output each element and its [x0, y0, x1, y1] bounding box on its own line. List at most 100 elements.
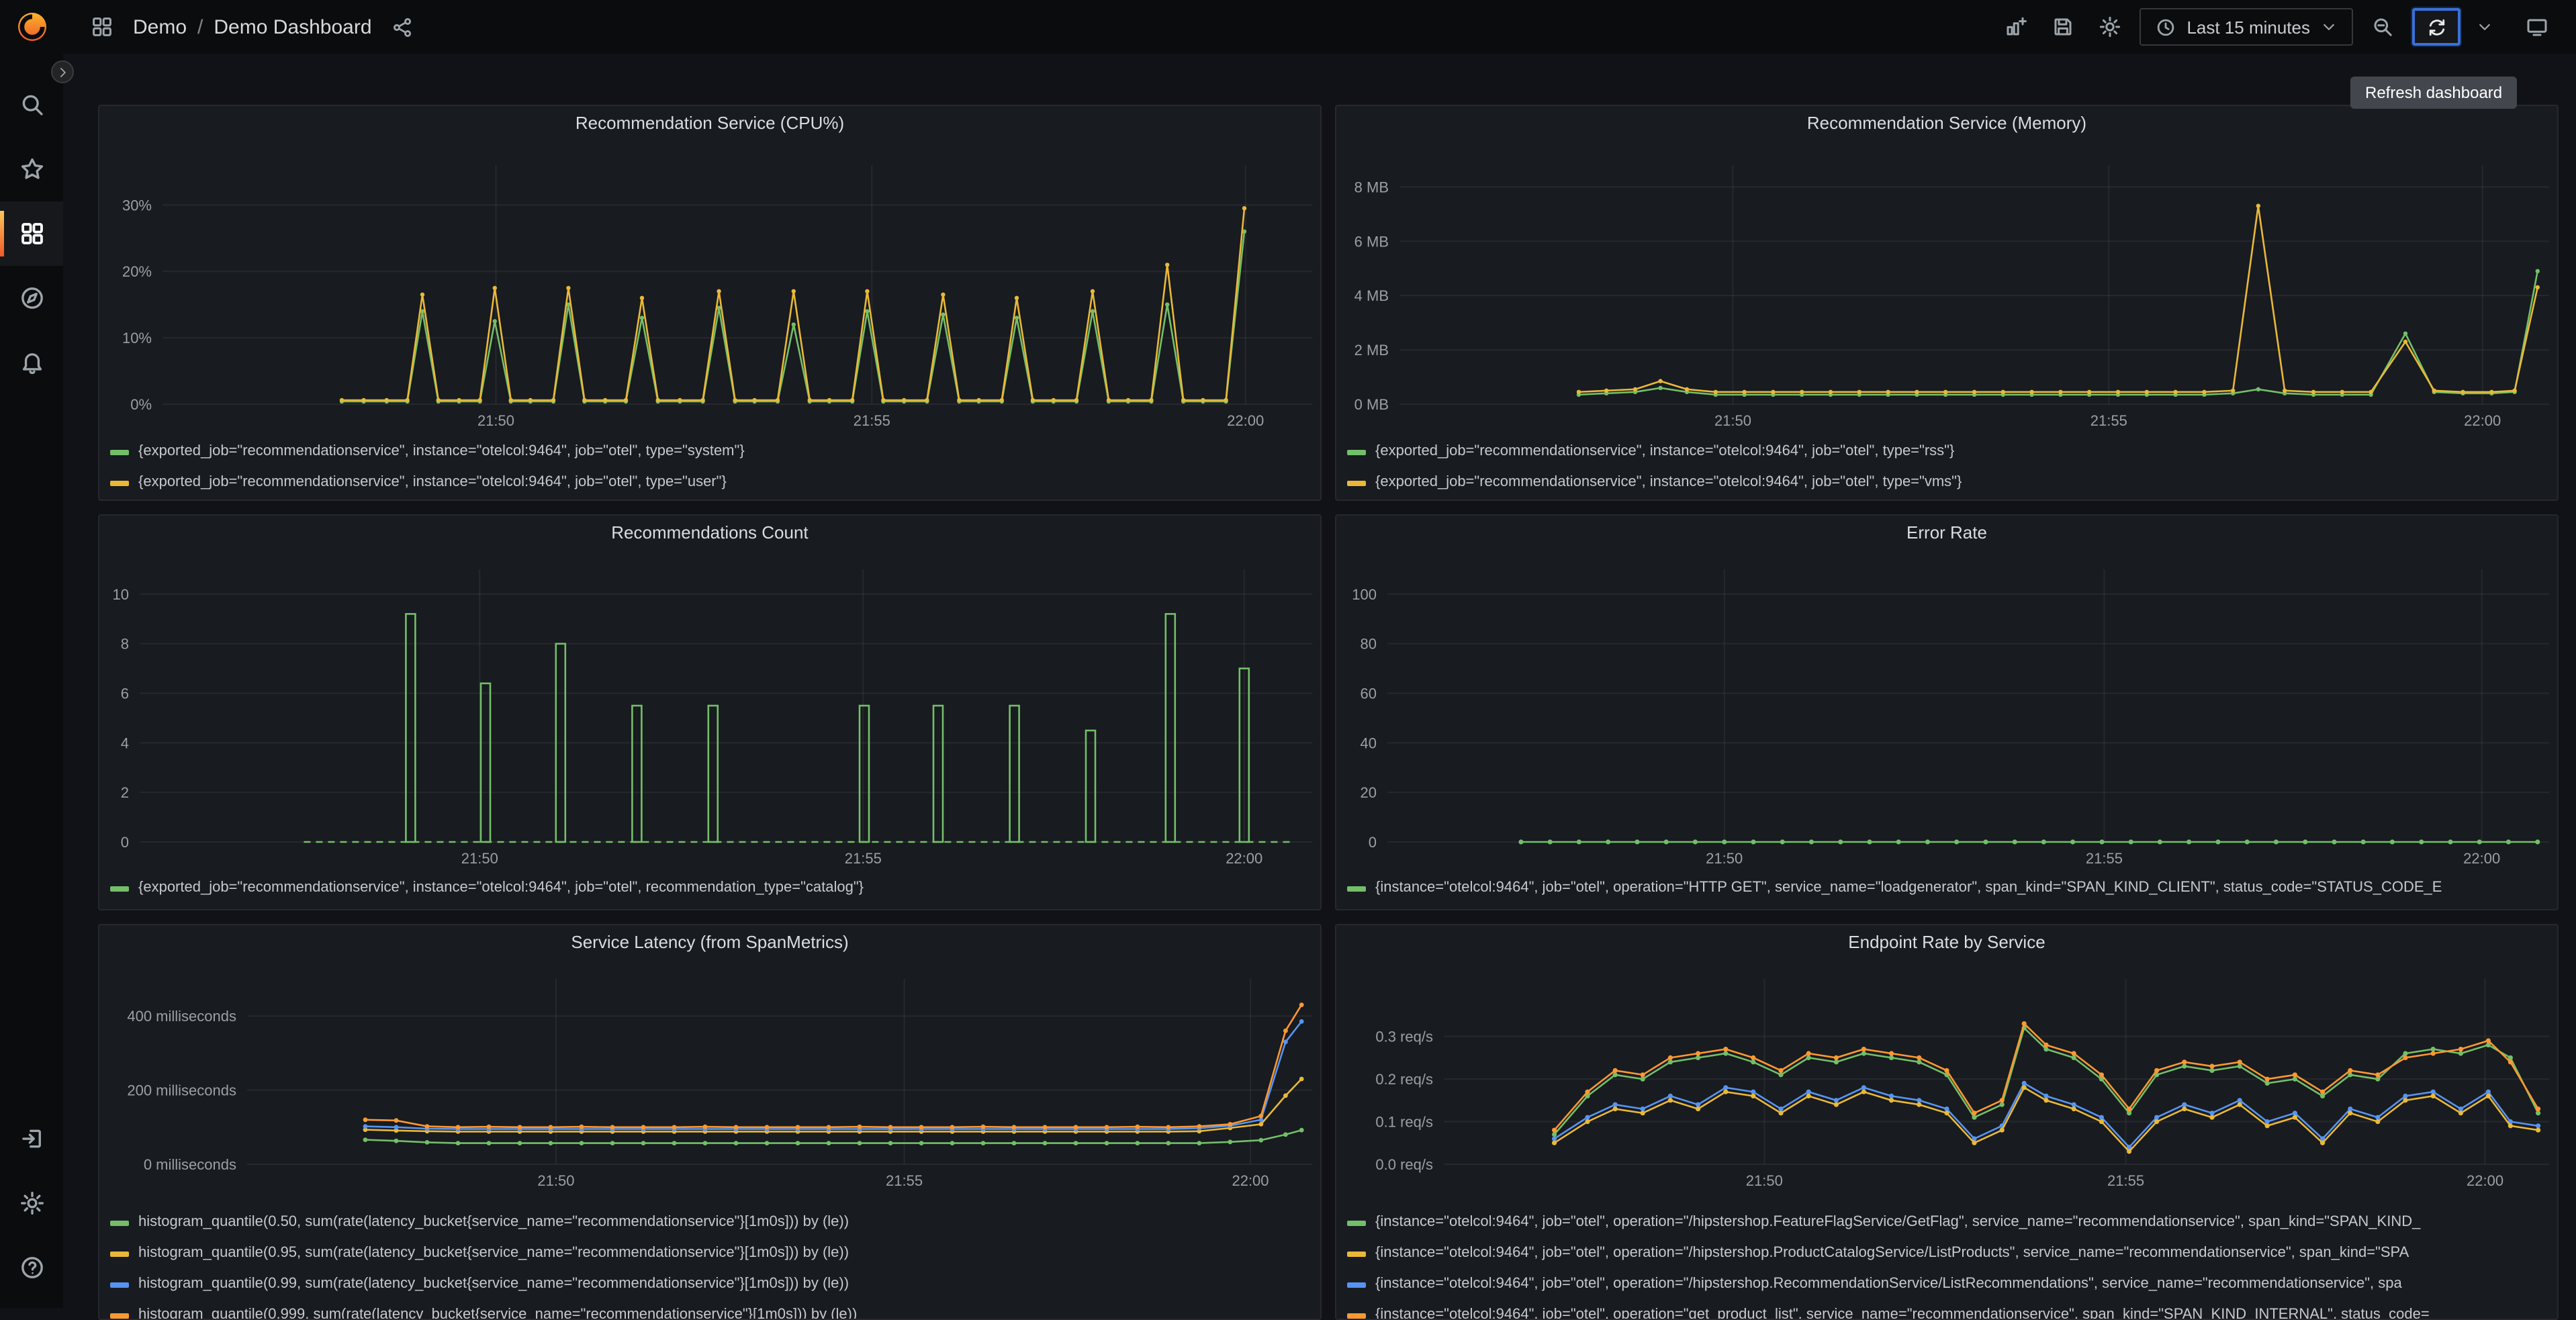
- chevron-right-icon: [59, 67, 65, 77]
- error-rate-chart[interactable]: 21:50 21:55 22:00 0 20 40 60 80 100: [1336, 516, 2559, 910]
- legend-item[interactable]: {instance="otelcol:9464", job="otel", op…: [1347, 878, 2549, 898]
- legend-item[interactable]: histogram_quantile(0.50, sum(rate(latenc…: [110, 1213, 1312, 1233]
- legend-item[interactable]: {exported_job="recommendationservice", i…: [1347, 442, 2549, 462]
- svg-text:22:00: 22:00: [2464, 412, 2501, 429]
- grafana-logo[interactable]: [0, 0, 63, 54]
- save-dashboard-button[interactable]: [2045, 9, 2080, 44]
- legend-item[interactable]: {instance="otelcol:9464", job="otel", op…: [1347, 1213, 2549, 1233]
- sidebar-item-dashboards[interactable]: [0, 201, 63, 266]
- refresh-sync-icon: [2428, 18, 2444, 36]
- legend-item[interactable]: histogram_quantile(0.999, sum(rate(laten…: [110, 1305, 1312, 1320]
- svg-text:0.1 req/s: 0.1 req/s: [1375, 1114, 1433, 1131]
- svg-text:40: 40: [1361, 735, 1377, 751]
- legend-label: histogram_quantile(0.95, sum(rate(latenc…: [138, 1245, 849, 1261]
- legend-item[interactable]: histogram_quantile(0.99, sum(rate(latenc…: [110, 1274, 1312, 1294]
- breadcrumb-separator: /: [197, 15, 203, 38]
- svg-text:10%: 10%: [122, 330, 152, 346]
- svg-text:30%: 30%: [122, 197, 152, 214]
- legend-swatch: [110, 480, 129, 485]
- svg-text:0: 0: [121, 834, 129, 851]
- legend-label: {exported_job="recommendationservice", i…: [1375, 443, 1955, 459]
- sidebar-item-alerting[interactable]: [0, 330, 63, 395]
- legend-label: {exported_job="recommendationservice", i…: [138, 474, 727, 490]
- share-alt-icon: [394, 17, 412, 36]
- svg-text:22:00: 22:00: [1232, 1172, 1269, 1189]
- svg-text:21:50: 21:50: [1746, 1172, 1783, 1189]
- svg-text:8 MB: 8 MB: [1354, 179, 1389, 195]
- dashboards-grid-icon: [21, 223, 42, 244]
- svg-text:400 milliseconds: 400 milliseconds: [127, 1008, 236, 1025]
- topbar: Demo / Demo Dashboard Last 15 minutes: [63, 0, 2576, 54]
- refresh-button[interactable]: [2412, 8, 2460, 46]
- cycle-view-mode-button[interactable]: [2520, 9, 2555, 44]
- chevron-down-icon: [2479, 23, 2490, 30]
- svg-text:21:50: 21:50: [461, 850, 498, 867]
- breadcrumb-folder[interactable]: Demo: [133, 15, 187, 38]
- sidebar-item-explore[interactable]: [0, 266, 63, 330]
- legend-swatch: [1347, 480, 1366, 485]
- svg-text:21:55: 21:55: [845, 850, 882, 867]
- legend-item[interactable]: {exported_job="recommendationservice", i…: [1347, 473, 2549, 493]
- svg-text:4: 4: [121, 735, 129, 751]
- recommendations-count-chart[interactable]: 21:50 21:55 22:00 0 2 4 6 8 10: [99, 516, 1322, 910]
- svg-text:20: 20: [1361, 784, 1377, 801]
- legend-item[interactable]: {instance="otelcol:9464", job="otel", op…: [1347, 1274, 2549, 1294]
- legend: {exported_job="recommendationservice", i…: [110, 442, 1312, 493]
- legend-item[interactable]: {exported_job="recommendationservice", i…: [110, 878, 1312, 898]
- topbar-actions: Last 15 minutes: [1998, 8, 2555, 46]
- legend-item[interactable]: {instance="otelcol:9464", job="otel", op…: [1347, 1243, 2549, 1264]
- legend-item[interactable]: {instance="otelcol:9464", job="otel", op…: [1347, 1305, 2549, 1319]
- svg-text:60: 60: [1361, 686, 1377, 702]
- refresh-interval-dropdown[interactable]: [2473, 9, 2497, 44]
- legend: histogram_quantile(0.50, sum(rate(latenc…: [110, 1213, 1312, 1320]
- clock-icon: [2158, 18, 2174, 36]
- legend-label: {exported_job="recommendationservice", i…: [138, 880, 864, 896]
- svg-text:80: 80: [1361, 636, 1377, 653]
- time-range-label: Last 15 minutes: [2187, 17, 2310, 37]
- search-icon: [21, 95, 42, 115]
- apps-grid-button[interactable]: [85, 9, 120, 44]
- svg-text:21:55: 21:55: [2090, 412, 2127, 429]
- dashboard-settings-button[interactable]: [2092, 9, 2127, 44]
- svg-text:0.3 req/s: 0.3 req/s: [1375, 1029, 1433, 1045]
- svg-text:0 milliseconds: 0 milliseconds: [144, 1156, 236, 1173]
- legend-item[interactable]: {exported_job="recommendationservice", i…: [110, 473, 1312, 493]
- svg-text:4 MB: 4 MB: [1354, 287, 1389, 304]
- gear-icon: [20, 1192, 43, 1215]
- svg-text:22:00: 22:00: [2467, 1172, 2503, 1189]
- svg-text:6: 6: [121, 686, 129, 702]
- add-panel-button[interactable]: [1998, 9, 2033, 44]
- sidebar-item-configuration[interactable]: [0, 1171, 63, 1235]
- panel-error-rate: Error Rate 21:50 21:55 22:00 0 20 40 60 80 100 {…: [1335, 514, 2559, 910]
- svg-text:21:50: 21:50: [477, 412, 514, 429]
- svg-text:21:55: 21:55: [886, 1172, 923, 1189]
- sidebar: [0, 0, 74, 1308]
- legend-label: {instance="otelcol:9464", job="otel", op…: [1375, 880, 2442, 896]
- legend-item[interactable]: histogram_quantile(0.95, sum(rate(latenc…: [110, 1243, 1312, 1264]
- panel-endpoint-rate: Endpoint Rate by Service 21:50 21:55 22:00…: [1335, 924, 2559, 1320]
- sidebar-item-sign-in[interactable]: [0, 1106, 63, 1171]
- panel-recommendation-cpu: Recommendation Service (CPU%) 21:50 21:55…: [98, 105, 1322, 501]
- legend: {exported_job="recommendationservice", i…: [110, 878, 1312, 898]
- legend-swatch: [1347, 886, 1366, 891]
- time-range-picker[interactable]: Last 15 minutes: [2140, 8, 2353, 46]
- legend-swatch: [110, 449, 129, 455]
- legend-swatch: [1347, 1282, 1366, 1287]
- share-button[interactable]: [385, 9, 420, 44]
- sidebar-item-starred[interactable]: [0, 137, 63, 201]
- sidebar-expand-button[interactable]: [51, 60, 74, 83]
- panel-recommendation-memory: Recommendation Service (Memory) 21:50 21:…: [1335, 105, 2559, 501]
- refresh-tooltip: Refresh dashboard: [2350, 77, 2518, 109]
- legend-swatch: [110, 1282, 129, 1287]
- sidebar-item-search[interactable]: [0, 73, 63, 137]
- svg-text:8: 8: [121, 636, 129, 653]
- apps-grid-icon: [93, 17, 111, 36]
- chevron-down-icon: [2324, 23, 2334, 30]
- legend-swatch: [1347, 449, 1366, 455]
- sidebar-item-help[interactable]: [0, 1235, 63, 1300]
- legend-item[interactable]: {exported_job="recommendationservice", i…: [110, 442, 1312, 462]
- breadcrumb-page[interactable]: Demo Dashboard: [214, 15, 371, 38]
- compass-icon: [21, 287, 42, 309]
- legend-label: histogram_quantile(0.999, sum(rate(laten…: [138, 1307, 858, 1320]
- zoom-out-button[interactable]: [2365, 9, 2400, 44]
